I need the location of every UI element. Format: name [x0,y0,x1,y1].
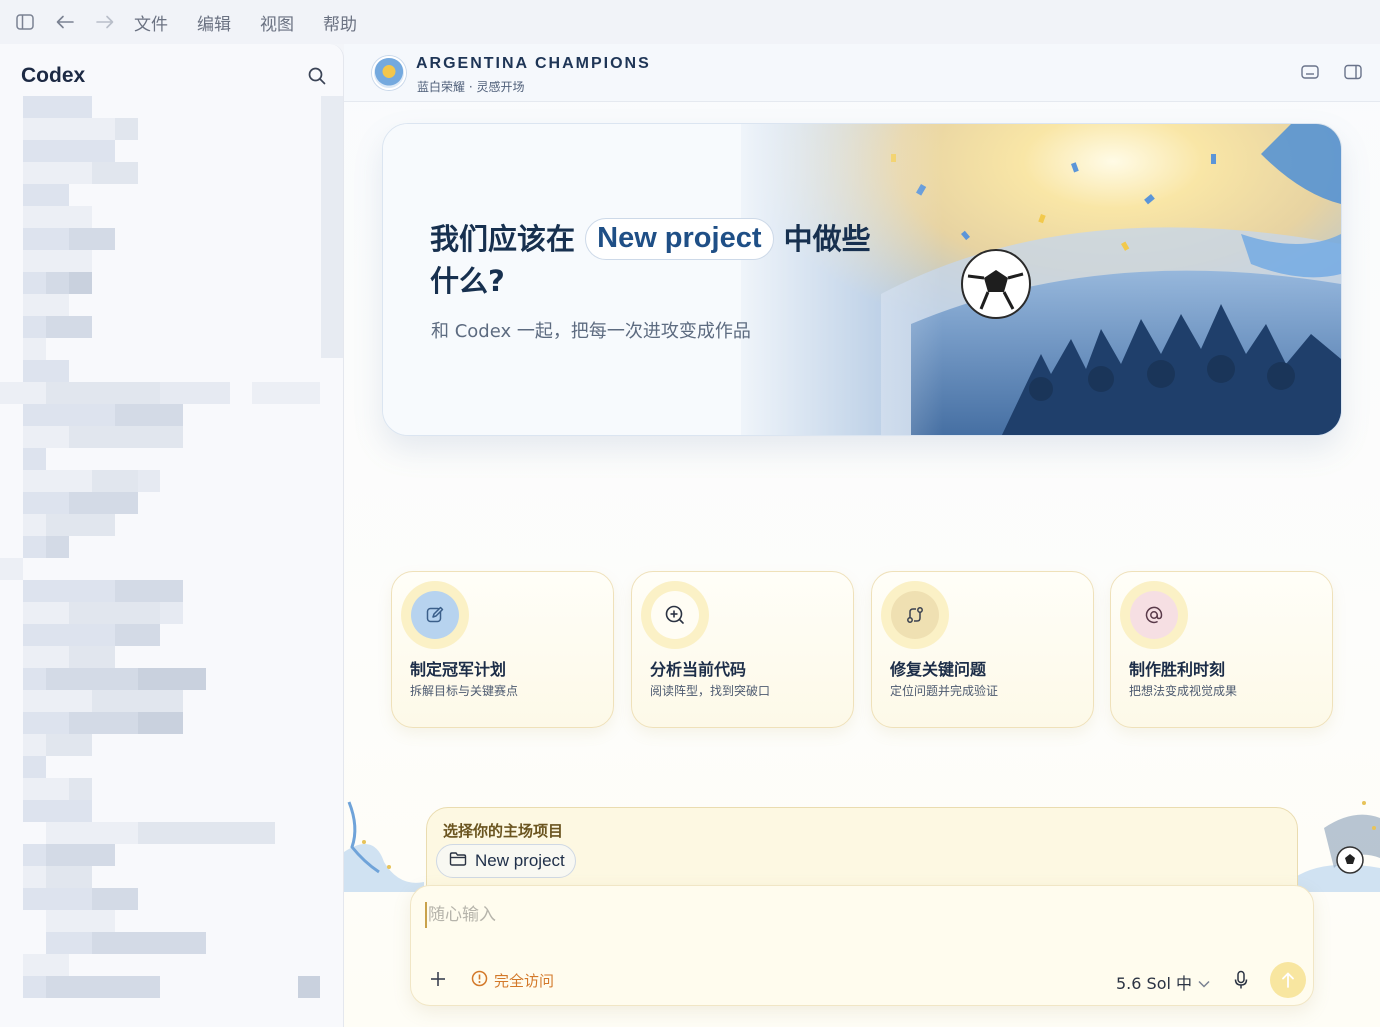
at-sign-icon [1130,591,1178,639]
project-name: New project [475,851,565,870]
card-subtitle: 把想法变成视觉成果 [1129,684,1238,698]
suggestion-card-analyze[interactable]: 分析当前代码 阅读阵型，找到突破口 [631,571,854,728]
add-icon[interactable] [429,970,449,990]
warning-icon [471,970,488,991]
folder-icon [449,851,467,872]
hero-title: 我们应该在 New project 中做些什么? [430,218,890,302]
arrow-up-icon [1282,972,1294,988]
back-arrow-icon[interactable] [54,11,76,33]
hero-project-pill[interactable]: New project [585,218,774,260]
menu-help[interactable]: 帮助 [323,10,357,35]
search-plus-icon [651,591,699,639]
ribbon-decoration-left [344,801,424,892]
card-subtitle: 拆解目标与关键赛点 [410,684,519,698]
suggestion-card-plan[interactable]: 制定冠军计划 拆解目标与关键赛点 [391,571,614,728]
sidebar-scrollbar[interactable] [321,96,343,358]
panel-toggle-icon[interactable] [1344,64,1362,80]
hero-title-before: 我们应该在 [430,222,576,256]
access-mode-button[interactable]: 完全访问 [471,970,554,991]
edit-icon [411,591,459,639]
prompt-input[interactable] [425,902,1125,928]
forward-arrow-icon[interactable] [94,11,116,33]
model-selector[interactable]: 5.6 Sol 中 [1116,970,1210,994]
menubar: 文件 编辑 视图 帮助 [0,0,1380,44]
project-select-button[interactable]: New project [436,844,576,878]
main-header: ARGENTINA CHAMPIONS 蓝白荣耀 · 灵感开场 [344,44,1380,102]
composer: 完全访问 5.6 Sol 中 [410,885,1314,1006]
card-title: 分析当前代码 [650,660,747,679]
git-branch-icon [891,591,939,639]
sidebar: Codex [0,44,344,1027]
project-chooser: 选择你的主场项目 New project [426,807,1298,897]
team-crest-icon [372,56,406,90]
card-title: 修复关键问题 [890,660,987,679]
card-title: 制定冠军计划 [410,660,507,679]
sidebar-toggle-icon[interactable] [14,11,36,33]
card-subtitle: 定位问题并完成验证 [890,684,999,698]
keyboard-icon[interactable] [1301,64,1319,80]
hero-subtitle: 和 Codex 一起，把每一次进攻变成作品 [431,321,751,342]
access-label: 完全访问 [494,972,555,990]
menu-view[interactable]: 视图 [260,10,294,35]
card-title: 制作胜利时刻 [1129,660,1226,679]
sidebar-title: Codex [21,64,86,87]
microphone-icon[interactable] [1233,970,1253,992]
chooser-label: 选择你的主场项目 [443,822,564,840]
model-label: 5.6 Sol 中 [1116,974,1193,993]
suggestion-card-fix[interactable]: 修复关键问题 定位问题并完成验证 [871,571,1094,728]
send-button[interactable] [1270,962,1306,998]
chevron-down-icon [1198,973,1210,992]
suggestion-card-create[interactable]: 制作胜利时刻 把想法变成视觉成果 [1110,571,1333,728]
main-area: ARGENTINA CHAMPIONS 蓝白荣耀 · 灵感开场 我们应该在 Ne… [344,44,1380,1027]
soccer-ball-decoration-right [1294,801,1380,892]
menu-edit[interactable]: 编辑 [197,10,231,35]
hero-banner: 我们应该在 New project 中做些什么? 和 Codex 一起，把每一次… [382,123,1342,436]
header-title: ARGENTINA CHAMPIONS [416,55,651,72]
card-subtitle: 阅读阵型，找到突破口 [650,684,771,698]
search-icon[interactable] [307,66,329,88]
menu-file[interactable]: 文件 [134,10,168,35]
header-subtitle: 蓝白荣耀 · 灵感开场 [417,80,525,94]
